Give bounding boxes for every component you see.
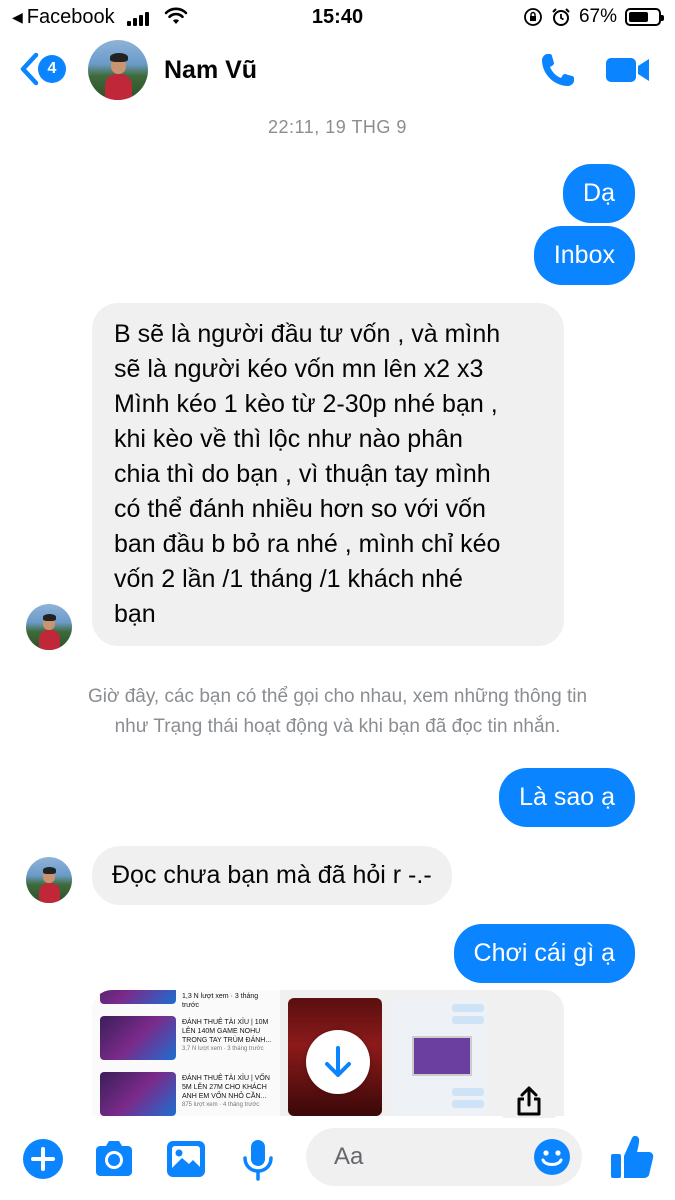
contact-avatar[interactable] xyxy=(88,40,148,100)
battery-icon xyxy=(625,8,664,26)
plus-icon[interactable] xyxy=(22,1138,64,1180)
video-title: ĐÁNH THUÊ TÀI XỈU | 10M LÊN 140M GAME NO… xyxy=(182,1019,272,1044)
video-meta: 875 lượt xem · 4 tháng trước xyxy=(182,1102,260,1108)
sender-avatar[interactable] xyxy=(26,604,72,650)
message-bubble-incoming[interactable]: B sẽ là người đầu tư vốn , và mình sẽ là… xyxy=(92,303,564,646)
video-title: ĐÁNH THUÊ TÀI XỈU | VỐN 5M LÊN 27M CHO K… xyxy=(182,1075,270,1100)
message-bubble-outgoing[interactable]: Inbox xyxy=(533,226,635,285)
message-line: vốn 2 lần /1 tháng /1 khách nhé xyxy=(114,565,463,593)
image-icon[interactable] xyxy=(164,1138,208,1180)
message-bubble-incoming[interactable]: Đọc chưa bạn mà đã hỏi r -.- xyxy=(92,846,452,905)
camera-icon[interactable] xyxy=(92,1138,136,1180)
message-line: Mình kéo 1 kèo từ 2-30p nhé bạn , xyxy=(114,390,498,418)
chevron-left-icon xyxy=(20,52,39,86)
system-note: Giờ đây, các bạn có thể gọi cho nhau, xe… xyxy=(0,682,675,742)
message-bubble-outgoing[interactable]: Chơi cái gì ạ xyxy=(453,924,635,983)
unread-badge: 4 xyxy=(38,55,66,83)
sender-avatar[interactable] xyxy=(26,857,72,903)
message-line: chia thì do bạn , vì thuận tay mình xyxy=(114,460,491,488)
message-bubble-outgoing[interactable]: Dạ xyxy=(563,164,635,223)
system-note-line: Giờ đây, các bạn có thể gọi cho nhau, xe… xyxy=(87,686,588,707)
conversation-timestamp: 22:11, 19 THG 9 xyxy=(268,117,407,137)
emoji-icon[interactable] xyxy=(532,1137,572,1177)
battery-fill xyxy=(629,12,648,22)
video-thumbnail xyxy=(100,1016,176,1060)
conversation-header: 4 Nam Vũ xyxy=(0,36,675,104)
microphone-icon[interactable] xyxy=(238,1138,278,1182)
message-line: bạn xyxy=(114,600,156,628)
chat-screenshot xyxy=(392,998,487,1116)
video-meta: 1,3 N lượt xem · 3 tháng trước xyxy=(182,993,259,1009)
thumbs-up-icon[interactable] xyxy=(608,1132,656,1182)
message-text: Inbox xyxy=(553,241,615,269)
battery-percent: 67% xyxy=(578,6,617,27)
message-input[interactable]: Aa xyxy=(306,1128,582,1186)
video-camera-icon[interactable] xyxy=(604,54,652,86)
video-thumbnail xyxy=(100,990,176,1004)
video-thumbnail xyxy=(100,1072,176,1116)
video-list-screenshot: 1,3 N lượt xem · 3 tháng trước ĐÁNH THUÊ… xyxy=(92,990,280,1116)
download-button[interactable] xyxy=(306,1030,370,1094)
system-note-line: như Trạng thái hoạt động và khi bạn đã đ… xyxy=(114,716,561,737)
share-icon xyxy=(517,1086,541,1116)
back-button[interactable]: 4 xyxy=(18,52,66,86)
message-text: Chơi cái gì ạ xyxy=(473,939,615,967)
message-bubble-outgoing[interactable]: Là sao ạ xyxy=(499,768,635,827)
status-bar: ◀ Facebook 15:40 67% xyxy=(0,0,675,36)
video-meta: 3,7 N lượt xem · 3 tháng trước xyxy=(182,1046,264,1052)
message-text: Là sao ạ xyxy=(519,783,615,811)
message-line: sẽ là người kéo vốn mn lên x2 x3 xyxy=(114,355,484,383)
message-text: Đọc chưa bạn mà đã hỏi r -.- xyxy=(112,861,432,889)
contact-name[interactable]: Nam Vũ xyxy=(164,56,257,85)
orientation-lock-icon xyxy=(524,8,542,26)
message-input-placeholder: Aa xyxy=(334,1143,364,1170)
alarm-icon xyxy=(552,8,570,26)
download-arrow-icon xyxy=(325,1046,351,1077)
phone-icon[interactable] xyxy=(538,50,578,90)
message-line: B sẽ là người đầu tư vốn , và mình xyxy=(114,320,501,348)
message-line: ban đầu b bỏ ra nhé , mình chỉ kéo xyxy=(114,530,501,558)
message-line: có thể đánh nhiều hơn so với vốn xyxy=(114,495,486,523)
message-line: khi kèo về thì lộc như nào phân xyxy=(114,425,463,453)
message-text: Dạ xyxy=(583,179,615,207)
message-composer: Aa xyxy=(0,1118,675,1200)
